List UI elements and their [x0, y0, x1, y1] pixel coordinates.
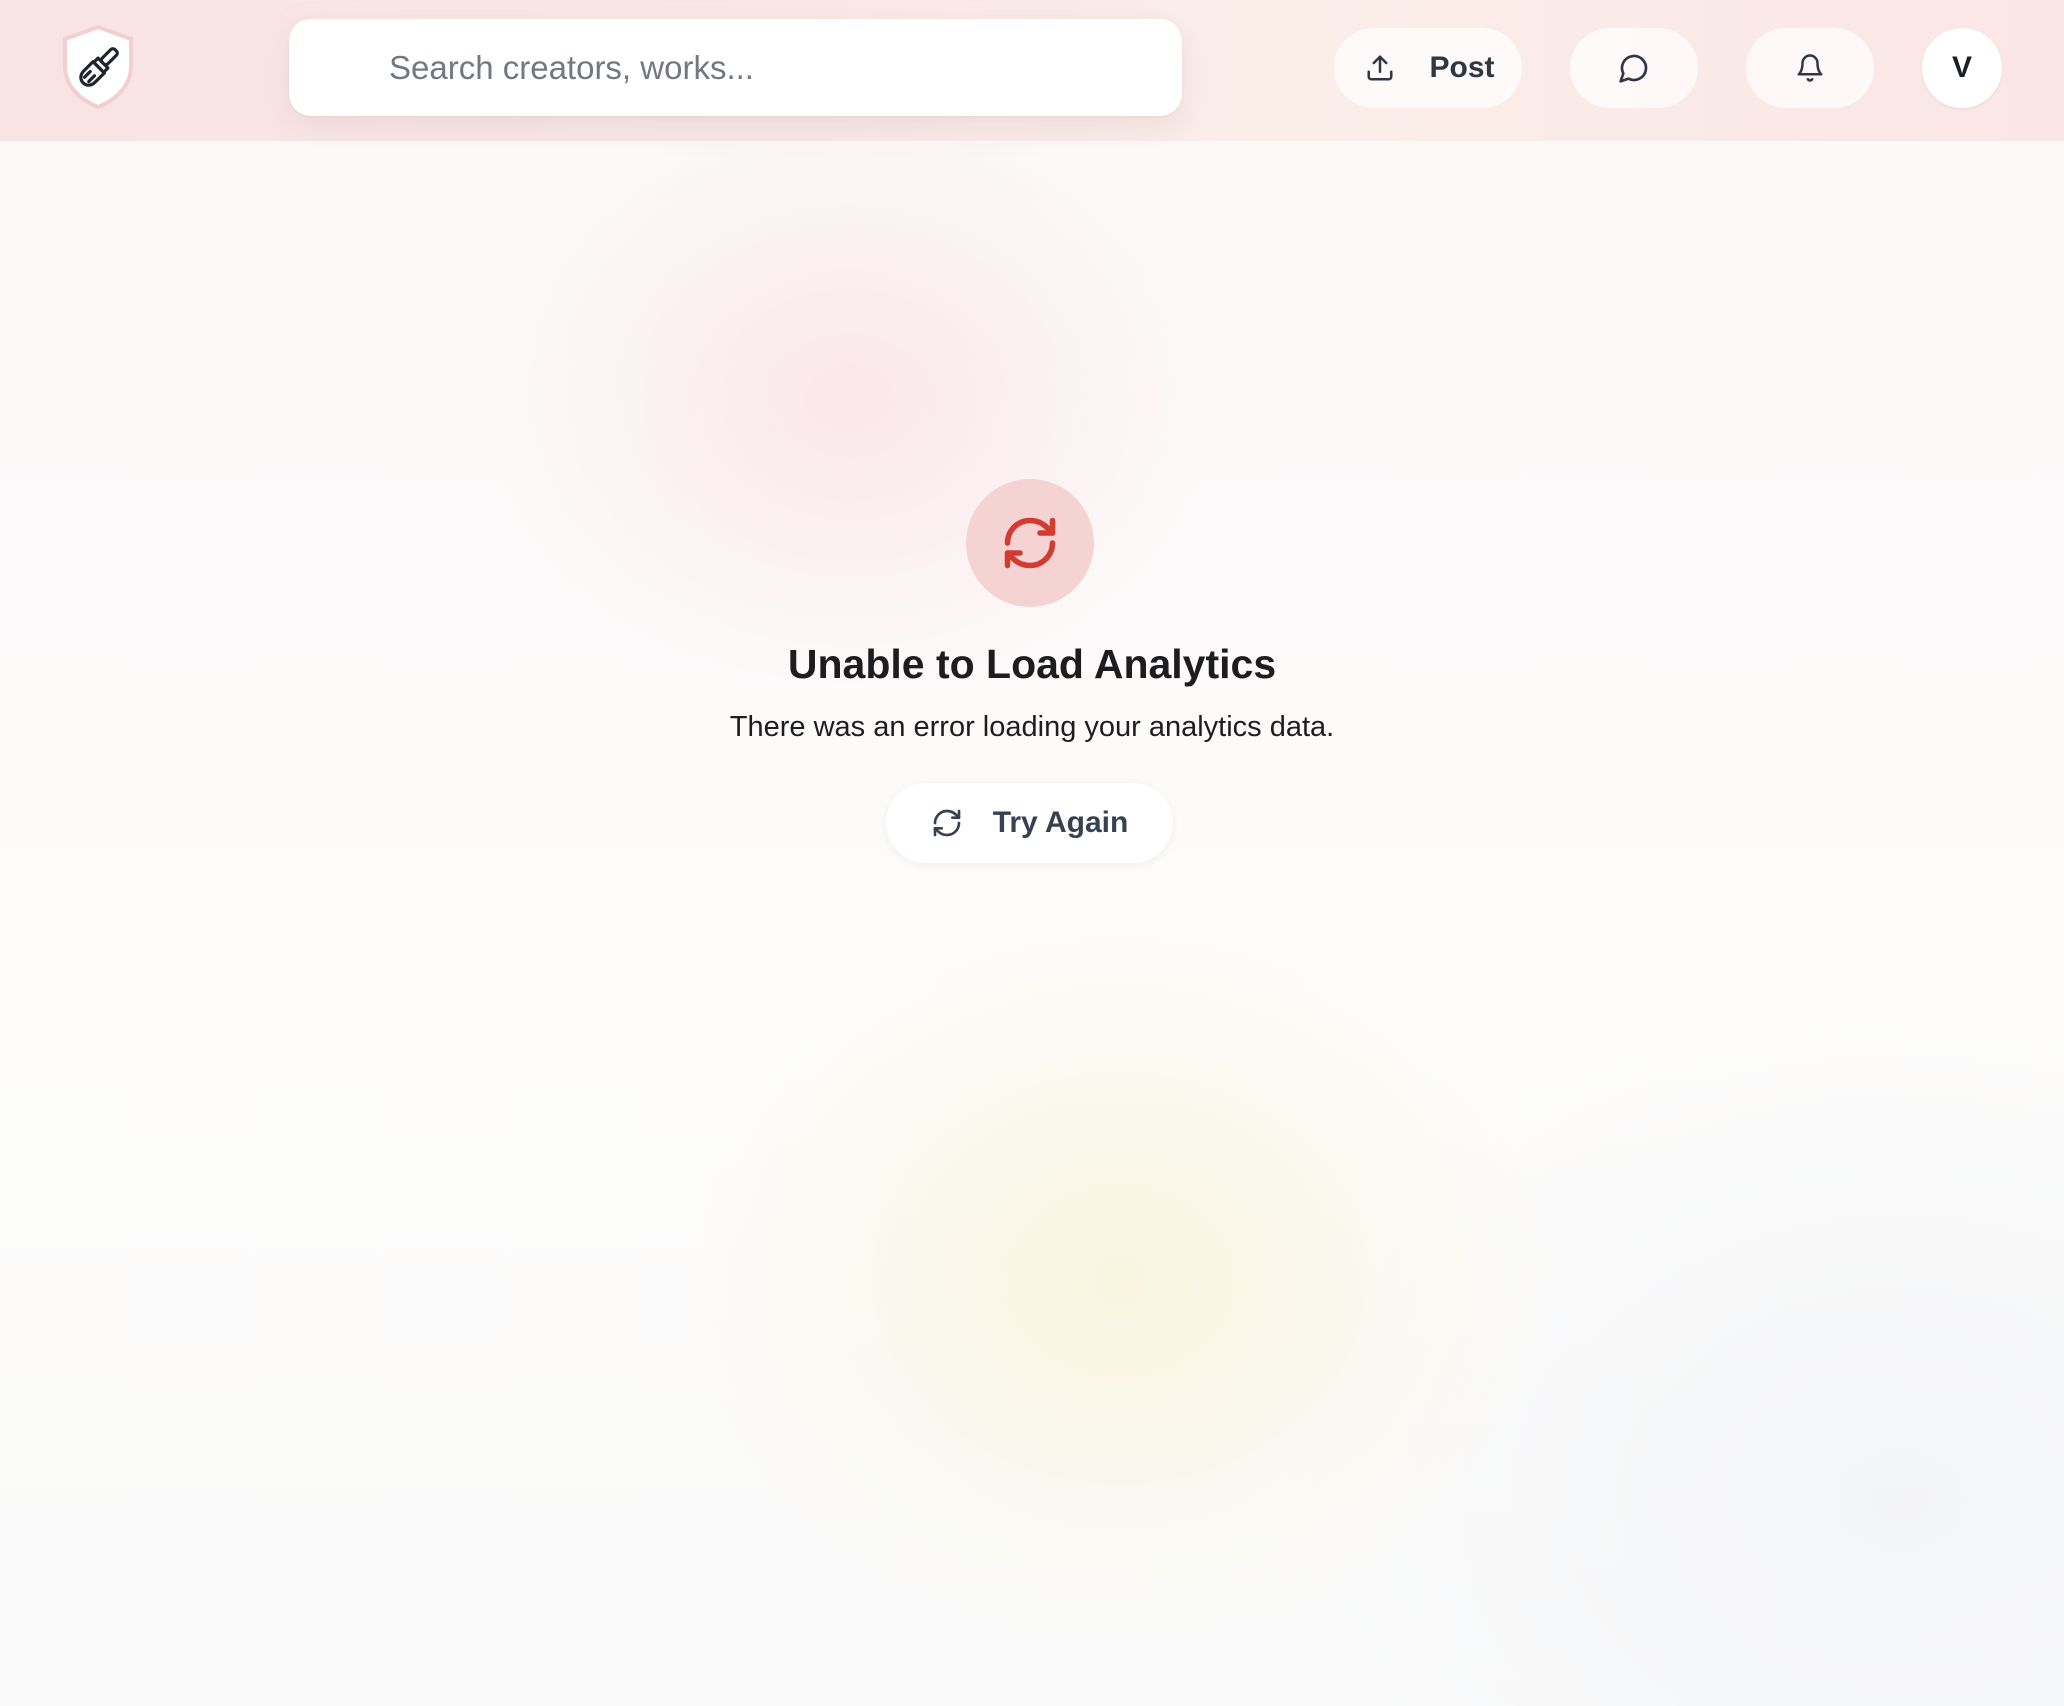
- try-again-label: Try Again: [992, 806, 1129, 839]
- error-description: There was an error loading your analytic…: [729, 711, 1335, 743]
- search-input[interactable]: [387, 47, 1151, 88]
- search-bar: [289, 19, 1182, 116]
- error-icon-container: [966, 479, 1094, 607]
- app-logo[interactable]: [60, 24, 136, 110]
- messages-button[interactable]: [1570, 28, 1698, 108]
- refresh-icon: [1000, 513, 1060, 573]
- post-button-label: Post: [1429, 51, 1495, 84]
- try-again-button[interactable]: Try Again: [886, 783, 1173, 863]
- message-circle-icon: [1618, 52, 1650, 84]
- top-navigation-bar: Post V: [0, 0, 2064, 141]
- error-title: Unable to Load Analytics: [787, 641, 1277, 687]
- analytics-error-state: Unable to Load Analytics There was an er…: [0, 141, 2064, 1706]
- bell-icon: [1795, 53, 1825, 83]
- user-avatar[interactable]: V: [1922, 28, 2002, 108]
- upload-icon: [1365, 53, 1395, 83]
- refresh-icon: [931, 807, 963, 839]
- paintbrush-shield-icon: [60, 24, 136, 110]
- notifications-button[interactable]: [1746, 28, 1874, 108]
- post-button[interactable]: Post: [1334, 28, 1522, 108]
